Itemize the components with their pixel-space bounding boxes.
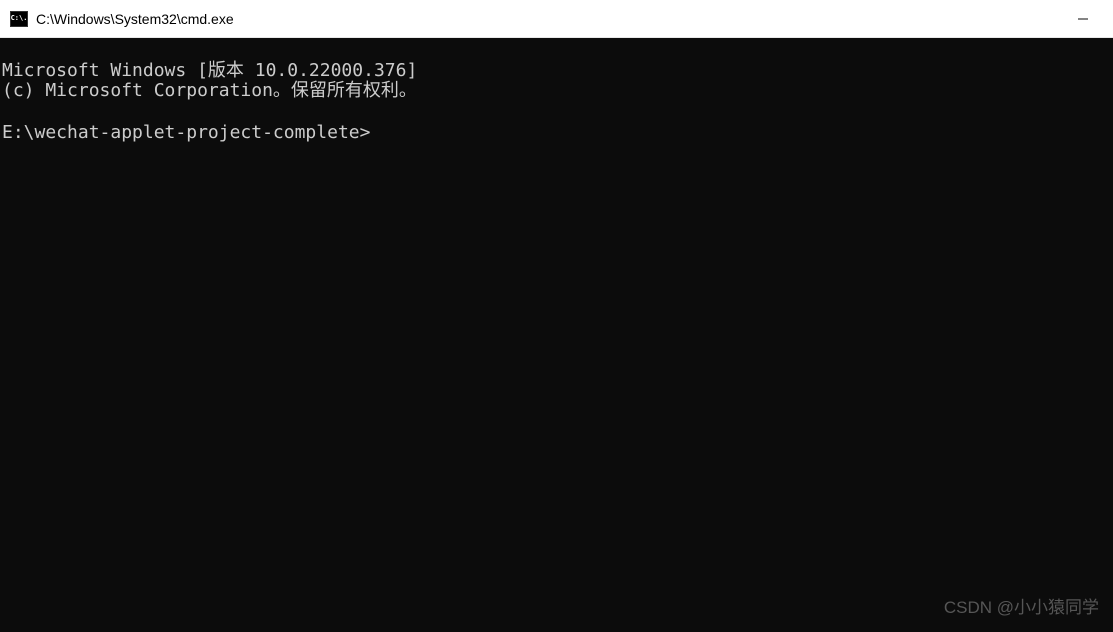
terminal-line-copyright: (c) Microsoft Corporation。保留所有权利。 xyxy=(2,80,417,101)
cmd-icon-text: C:\. xyxy=(11,15,28,22)
titlebar-left: C:\. C:\Windows\System32\cmd.exe xyxy=(10,11,234,27)
terminal-prompt[interactable]: E:\wechat-applet-project-complete> xyxy=(2,122,370,143)
terminal-output[interactable]: Microsoft Windows [版本 10.0.22000.376] (c… xyxy=(0,38,1113,632)
titlebar-controls xyxy=(1073,9,1103,29)
terminal-line-version: Microsoft Windows [版本 10.0.22000.376] xyxy=(2,60,417,81)
titlebar: C:\. C:\Windows\System32\cmd.exe xyxy=(0,0,1113,38)
window-title: C:\Windows\System32\cmd.exe xyxy=(36,11,234,27)
cmd-icon: C:\. xyxy=(10,11,28,27)
minimize-button[interactable] xyxy=(1073,9,1093,29)
